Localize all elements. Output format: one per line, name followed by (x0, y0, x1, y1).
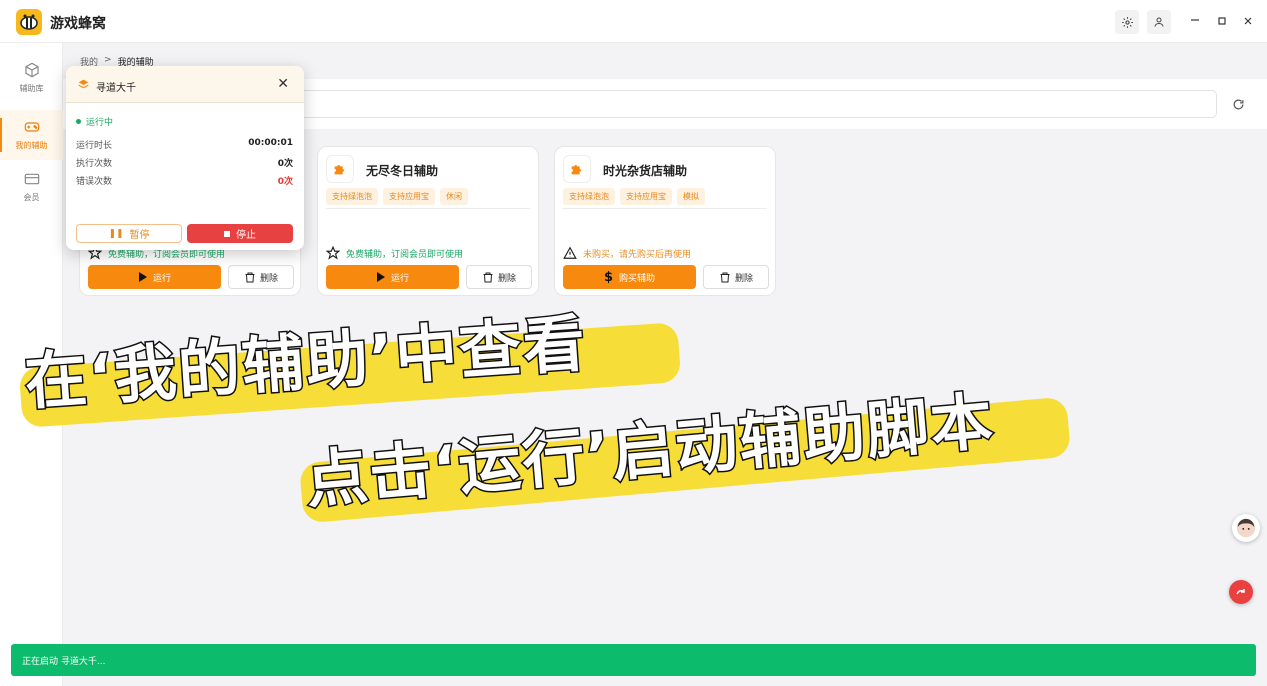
tag: 支持应用宝 (383, 188, 435, 205)
sidebar-item-library[interactable]: 辅助库 (0, 53, 63, 103)
tag-list: 支持绿泡泡 支持应用宝 休闲 (326, 188, 468, 205)
refresh-icon (1233, 99, 1243, 109)
card-icon-box (563, 155, 591, 183)
tag: 支持绿泡泡 (563, 188, 615, 205)
stop-button-label: 停止 (236, 230, 256, 241)
user-button[interactable] (1147, 10, 1171, 34)
title-bar: 游戏蜂窝 (0, 0, 1267, 43)
card-icon (24, 173, 39, 185)
stat-label: 执行次数 (76, 159, 113, 169)
tag: 模拟 (677, 188, 705, 205)
trash-icon (245, 272, 255, 282)
delete-button-label: 删除 (497, 273, 516, 284)
stat-value: 0次 (277, 159, 293, 169)
toast-notification: 正在启动 寻道大千... (11, 644, 1256, 676)
close-window-button[interactable] (1239, 12, 1257, 30)
stat-row: 错误次数 0次 (76, 174, 293, 187)
stop-button[interactable]: 停止 (187, 224, 293, 243)
layers-icon (78, 79, 89, 89)
run-button[interactable]: 运行 (88, 265, 221, 289)
maximize-button[interactable] (1213, 12, 1231, 30)
tag: 休闲 (440, 188, 468, 205)
tag: 支持应用宝 (620, 188, 672, 205)
puzzle-icon (571, 165, 581, 175)
card-note: 免费辅助，订阅会员即可使用 (326, 246, 463, 260)
search-input[interactable] (290, 90, 1217, 118)
status-text: 运行中 (86, 118, 114, 128)
pause-button[interactable]: ❚❚ 暂停 (76, 224, 182, 243)
stop-icon (224, 230, 230, 237)
toast-message: 正在启动 寻道大千... (22, 656, 106, 667)
minimize-icon (1191, 19, 1199, 21)
warning-icon (563, 246, 577, 259)
stat-row: 执行次数 0次 (76, 156, 293, 169)
pause-icon: ❚❚ (108, 228, 124, 239)
buy-button[interactable]: $ 购买辅助 (563, 265, 696, 289)
sidebar-item-label: 会员 (23, 193, 40, 202)
card-note: 未购买，请先购买后再使用 (563, 246, 691, 260)
play-icon (376, 272, 385, 282)
sidebar-item-label: 辅助库 (19, 84, 44, 93)
status-badge: 运行中 (76, 115, 113, 128)
stat-row: 运行时长 00:00:01 (76, 138, 293, 151)
avatar-icon (1236, 518, 1256, 538)
running-popup: 寻道大千 ✕ 运行中 运行时长 00:00:01 执行次数 0次 错误次数 0次… (66, 66, 304, 250)
stat-label: 错误次数 (76, 177, 113, 187)
gear-icon (1121, 16, 1133, 28)
stat-label: 运行时长 (76, 141, 113, 151)
sidebar-item-member[interactable]: 会员 (0, 162, 63, 212)
dollar-icon: $ (603, 269, 614, 285)
status-dot-icon (76, 119, 81, 124)
card-title: 时光杂货店辅助 (603, 164, 688, 178)
assist-card: 时光杂货店辅助 支持绿泡泡 支持应用宝 模拟 未购买，请先购买后再使用 $ 购买… (554, 146, 776, 296)
run-button-label: 运行 (390, 273, 409, 284)
maximize-icon (1218, 17, 1226, 25)
stat-value: 00:00:01 (248, 138, 293, 148)
refresh-button[interactable] (1228, 94, 1248, 114)
settings-button[interactable] (1115, 10, 1139, 34)
cube-icon (24, 62, 39, 78)
delete-button[interactable]: 删除 (703, 265, 769, 289)
arrow-icon (1236, 589, 1245, 595)
pause-button-label: 暂停 (129, 230, 150, 241)
feedback-button[interactable] (1229, 580, 1253, 604)
trash-icon (483, 272, 493, 282)
stat-value: 0次 (277, 177, 293, 187)
tag: 支持绿泡泡 (326, 188, 378, 205)
support-avatar-button[interactable] (1232, 514, 1260, 542)
trash-icon (720, 272, 730, 282)
card-icon-box (326, 155, 354, 183)
sidebar-item-my-assist[interactable]: 我的辅助 (0, 110, 63, 160)
minimize-button[interactable] (1186, 12, 1204, 30)
card-note-text: 未购买，请先购买后再使用 (583, 249, 692, 260)
user-icon (1154, 17, 1164, 27)
card-title: 无尽冬日辅助 (366, 164, 439, 178)
star-icon[interactable] (326, 246, 340, 260)
sidebar-item-label: 我的辅助 (15, 141, 48, 150)
assist-card: 无尽冬日辅助 支持绿泡泡 支持应用宝 休闲 免费辅助，订阅会员即可使用 运行 删… (317, 146, 539, 296)
delete-button-label: 删除 (734, 273, 753, 284)
puzzle-icon (334, 165, 344, 175)
delete-button[interactable]: 删除 (466, 265, 532, 289)
tag-list: 支持绿泡泡 支持应用宝 模拟 (563, 188, 705, 205)
divider (563, 208, 767, 209)
close-icon (1244, 17, 1252, 25)
popup-header: 寻道大千 ✕ (66, 66, 304, 103)
popup-title: 寻道大千 (96, 83, 136, 94)
run-button[interactable]: 运行 (326, 265, 459, 289)
delete-button[interactable]: 删除 (228, 265, 294, 289)
card-note-text: 免费辅助，订阅会员即可使用 (346, 249, 464, 260)
app-title: 游戏蜂窝 (50, 16, 106, 32)
buy-button-label: 购买辅助 (619, 273, 656, 284)
delete-button-label: 删除 (259, 273, 278, 284)
run-button-label: 运行 (152, 273, 171, 284)
bee-logo-icon (16, 9, 42, 35)
divider (326, 208, 530, 209)
play-icon (138, 272, 147, 282)
gamepad-icon (24, 122, 39, 132)
popup-close-button[interactable]: ✕ (277, 76, 289, 92)
